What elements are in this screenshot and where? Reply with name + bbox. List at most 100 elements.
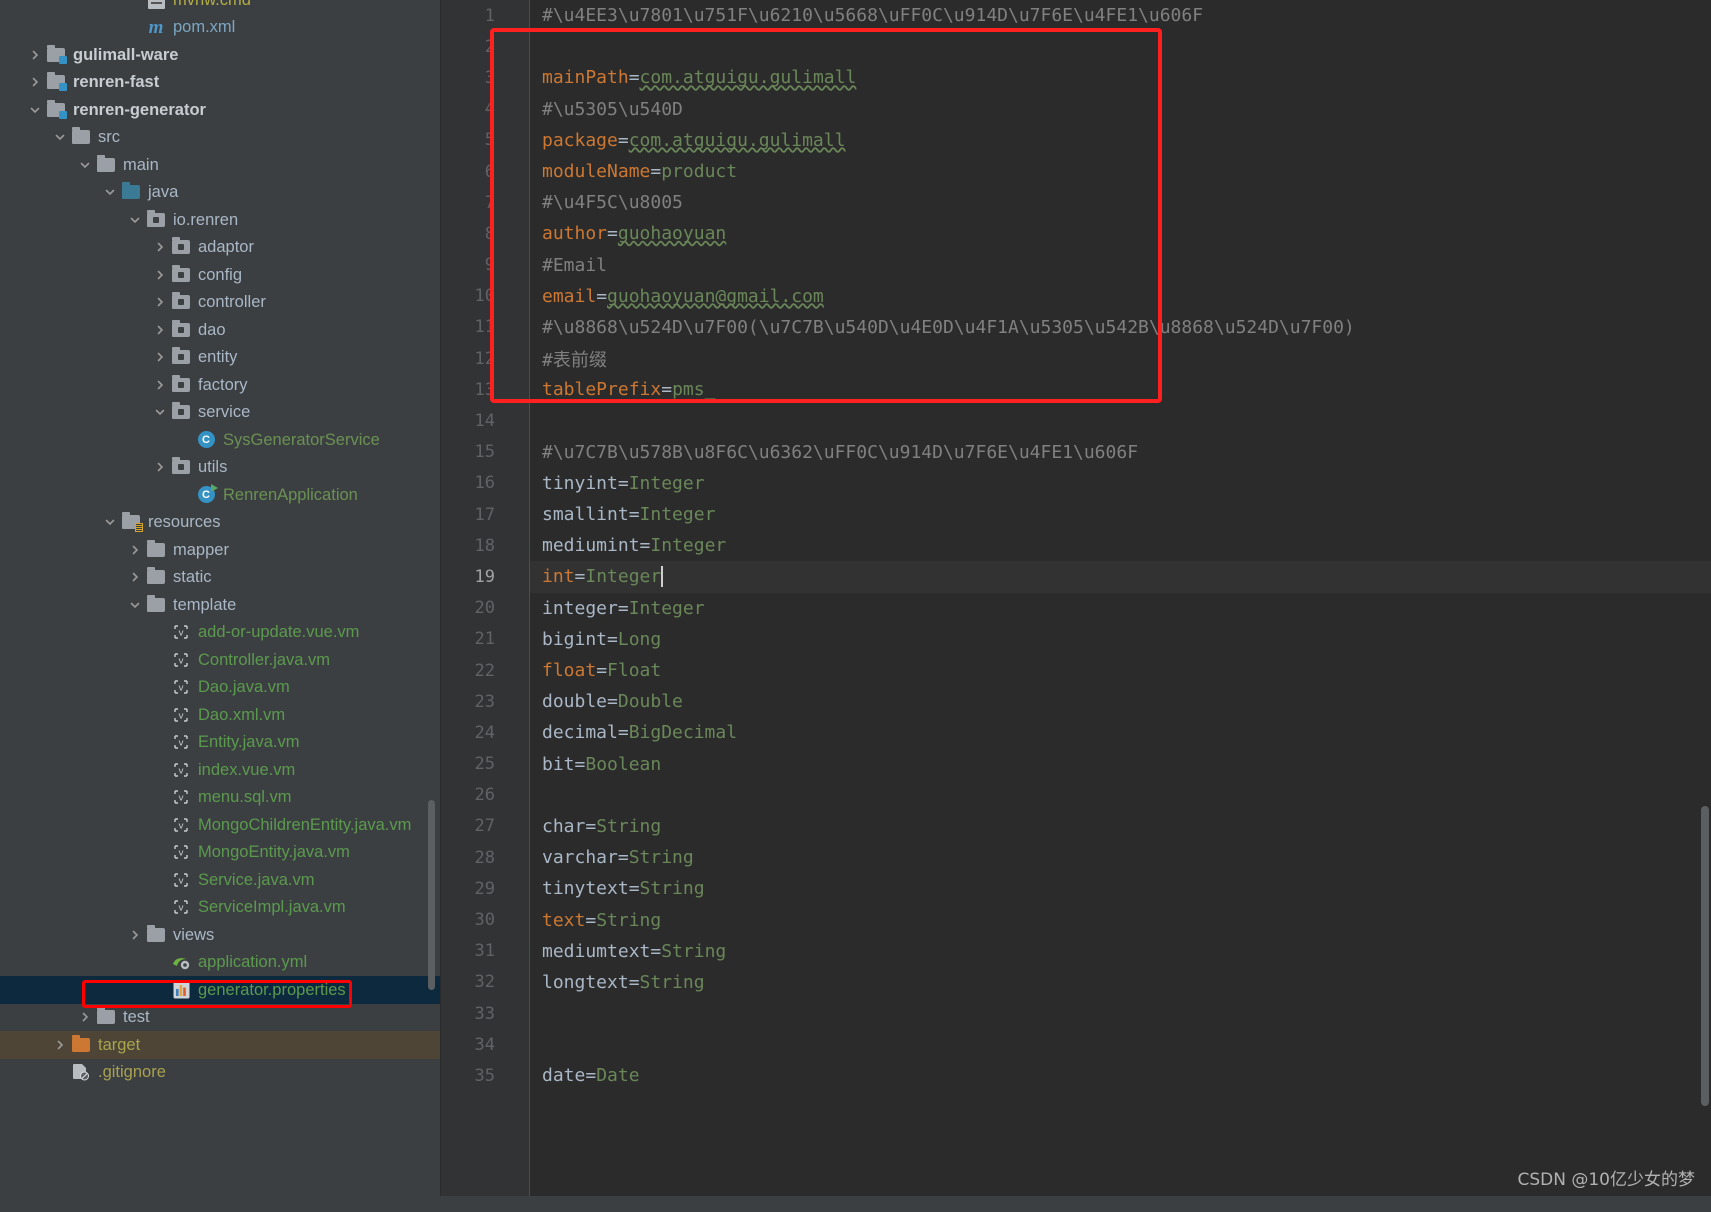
line-text[interactable]: #\u4F5C\u8005: [530, 187, 1711, 218]
code-line[interactable]: 27 char = String: [441, 811, 1711, 842]
tree-item-serviceimpl-java-vm[interactable]: v ServiceImpl.java.vm: [0, 894, 441, 922]
chevron-down-icon[interactable]: [150, 399, 170, 426]
code-line[interactable]: 20 integer = Integer: [441, 593, 1711, 624]
editor-scrollbar-thumb[interactable]: [1701, 806, 1709, 1106]
tree-item-views[interactable]: views: [0, 921, 441, 949]
code-line[interactable]: 12 #表前缀: [441, 343, 1711, 374]
line-text[interactable]: bit = Boolean: [530, 749, 1711, 780]
tree-item-generator-properties[interactable]: generator.properties: [0, 976, 441, 1004]
tree-item-mongoentity-java-vm[interactable]: v MongoEntity.java.vm: [0, 839, 441, 867]
line-text[interactable]: int = Integer: [530, 561, 1711, 593]
tree-item-controller[interactable]: controller: [0, 289, 441, 317]
code-line[interactable]: 16 tinyint = Integer: [441, 468, 1711, 499]
tree-item-test[interactable]: test: [0, 1004, 441, 1032]
line-text[interactable]: bigint = Long: [530, 624, 1711, 655]
chevron-right-icon[interactable]: [150, 371, 170, 398]
tree-item-service[interactable]: service: [0, 399, 441, 427]
chevron-down-icon[interactable]: [125, 206, 145, 233]
tree-item-mvnw-cmd[interactable]: mvnw.cmd: [0, 0, 441, 14]
code-line[interactable]: 23 double = Double: [441, 686, 1711, 717]
tree-item-main[interactable]: main: [0, 151, 441, 179]
tree-item-dao[interactable]: dao: [0, 316, 441, 344]
code-line[interactable]: 3 mainPath = com.atguigu.gulimall: [441, 62, 1711, 93]
tree-item-adaptor[interactable]: adaptor: [0, 234, 441, 262]
code-line[interactable]: 33: [441, 998, 1711, 1029]
chevron-right-icon[interactable]: [25, 41, 45, 68]
code-line[interactable]: 10 email = guohaoyuan@gmail.com: [441, 281, 1711, 312]
line-text[interactable]: #\u5305\u540D: [530, 94, 1711, 125]
code-line[interactable]: 7 #\u4F5C\u8005: [441, 187, 1711, 218]
code-line[interactable]: 1 #\u4EE3\u7801\u751F\u6210\u5668\uFF0C\u…: [441, 0, 1711, 31]
tree-item--gitignore[interactable]: .gitignore: [0, 1059, 441, 1087]
tree-item-renren-fast[interactable]: renren-fast: [0, 69, 441, 97]
tree-item-sysgeneratorservice[interactable]: C SysGeneratorService: [0, 426, 441, 454]
tree-item-config[interactable]: config: [0, 261, 441, 289]
code-line[interactable]: 35 date = Date: [441, 1060, 1711, 1091]
line-text[interactable]: longtext = String: [530, 967, 1711, 998]
chevron-right-icon[interactable]: [150, 289, 170, 316]
tree-item-dao-xml-vm[interactable]: v Dao.xml.vm: [0, 701, 441, 729]
line-text[interactable]: char = String: [530, 811, 1711, 842]
code-line[interactable]: 14: [441, 405, 1711, 436]
line-text[interactable]: [530, 1029, 1711, 1060]
line-text[interactable]: double = Double: [530, 686, 1711, 717]
tree-item-add-or-update-vue-vm[interactable]: v add-or-update.vue.vm: [0, 619, 441, 647]
code-line[interactable]: 4 #\u5305\u540D: [441, 94, 1711, 125]
line-text[interactable]: date = Date: [530, 1060, 1711, 1091]
line-text[interactable]: #\u7C7B\u578B\u8F6C\u6362\uFF0C\u914D\u7…: [530, 437, 1711, 468]
chevron-down-icon[interactable]: [125, 591, 145, 618]
chevron-down-icon[interactable]: [100, 179, 120, 206]
tree-item-factory[interactable]: factory: [0, 371, 441, 399]
chevron-down-icon[interactable]: [25, 96, 45, 123]
tree-item-mapper[interactable]: mapper: [0, 536, 441, 564]
tree-item-gulimall-ware[interactable]: gulimall-ware: [0, 41, 441, 69]
tree-item-controller-java-vm[interactable]: v Controller.java.vm: [0, 646, 441, 674]
code-line[interactable]: 25 bit = Boolean: [441, 749, 1711, 780]
code-line[interactable]: 34: [441, 1029, 1711, 1060]
chevron-right-icon[interactable]: [25, 69, 45, 96]
code-line[interactable]: 30 text = String: [441, 904, 1711, 935]
line-text[interactable]: tinytext = String: [530, 873, 1711, 904]
project-tool-window[interactable]: mvnw.cmd m pom.xml gulimall-ware renren-fast…: [0, 0, 441, 1212]
line-text[interactable]: text = String: [530, 904, 1711, 935]
line-text[interactable]: integer = Integer: [530, 593, 1711, 624]
project-tree-scrollbar[interactable]: [428, 800, 435, 990]
chevron-right-icon[interactable]: [150, 344, 170, 371]
code-line[interactable]: 24 decimal = BigDecimal: [441, 717, 1711, 748]
line-text[interactable]: tablePrefix = pms_: [530, 374, 1711, 405]
line-text[interactable]: tinyint = Integer: [530, 468, 1711, 499]
tree-item-dao-java-vm[interactable]: v Dao.java.vm: [0, 674, 441, 702]
code-line[interactable]: 15 #\u7C7B\u578B\u8F6C\u6362\uFF0C\u914D\…: [441, 437, 1711, 468]
line-text[interactable]: author = guohaoyuan: [530, 218, 1711, 249]
tree-item-entity[interactable]: entity: [0, 344, 441, 372]
code-line[interactable]: 32 longtext = String: [441, 967, 1711, 998]
code-line[interactable]: 21 bigint = Long: [441, 624, 1711, 655]
tree-item-utils[interactable]: utils: [0, 454, 441, 482]
tree-item-java[interactable]: java: [0, 179, 441, 207]
line-text[interactable]: [530, 998, 1711, 1029]
chevron-right-icon[interactable]: [150, 261, 170, 288]
tree-item-service-java-vm[interactable]: v Service.java.vm: [0, 866, 441, 894]
line-text[interactable]: float = Float: [530, 655, 1711, 686]
tree-item-pom-xml[interactable]: m pom.xml: [0, 14, 441, 42]
code-line[interactable]: 22 float = Float: [441, 655, 1711, 686]
line-text[interactable]: [530, 31, 1711, 62]
line-text[interactable]: mediumint = Integer: [530, 530, 1711, 561]
code-line[interactable]: 31 mediumtext = String: [441, 936, 1711, 967]
code-line[interactable]: 17 smallint = Integer: [441, 499, 1711, 530]
code-line[interactable]: 13 tablePrefix = pms_: [441, 374, 1711, 405]
line-text[interactable]: package = com.atguigu.gulimall: [530, 125, 1711, 156]
chevron-right-icon[interactable]: [125, 921, 145, 948]
line-text[interactable]: decimal = BigDecimal: [530, 717, 1711, 748]
line-text[interactable]: smallint = Integer: [530, 499, 1711, 530]
code-line[interactable]: 5 package = com.atguigu.gulimall: [441, 125, 1711, 156]
tree-item-renren-generator[interactable]: renren-generator: [0, 96, 441, 124]
tree-item-resources[interactable]: resources: [0, 509, 441, 537]
code-line[interactable]: 26: [441, 780, 1711, 811]
tree-item-index-vue-vm[interactable]: v index.vue.vm: [0, 756, 441, 784]
line-text[interactable]: #表前缀: [530, 343, 1711, 374]
chevron-right-icon[interactable]: [50, 1031, 70, 1058]
tree-item-static[interactable]: static: [0, 564, 441, 592]
tree-item-menu-sql-vm[interactable]: v menu.sql.vm: [0, 784, 441, 812]
tree-item-application-yml[interactable]: application.yml: [0, 949, 441, 977]
